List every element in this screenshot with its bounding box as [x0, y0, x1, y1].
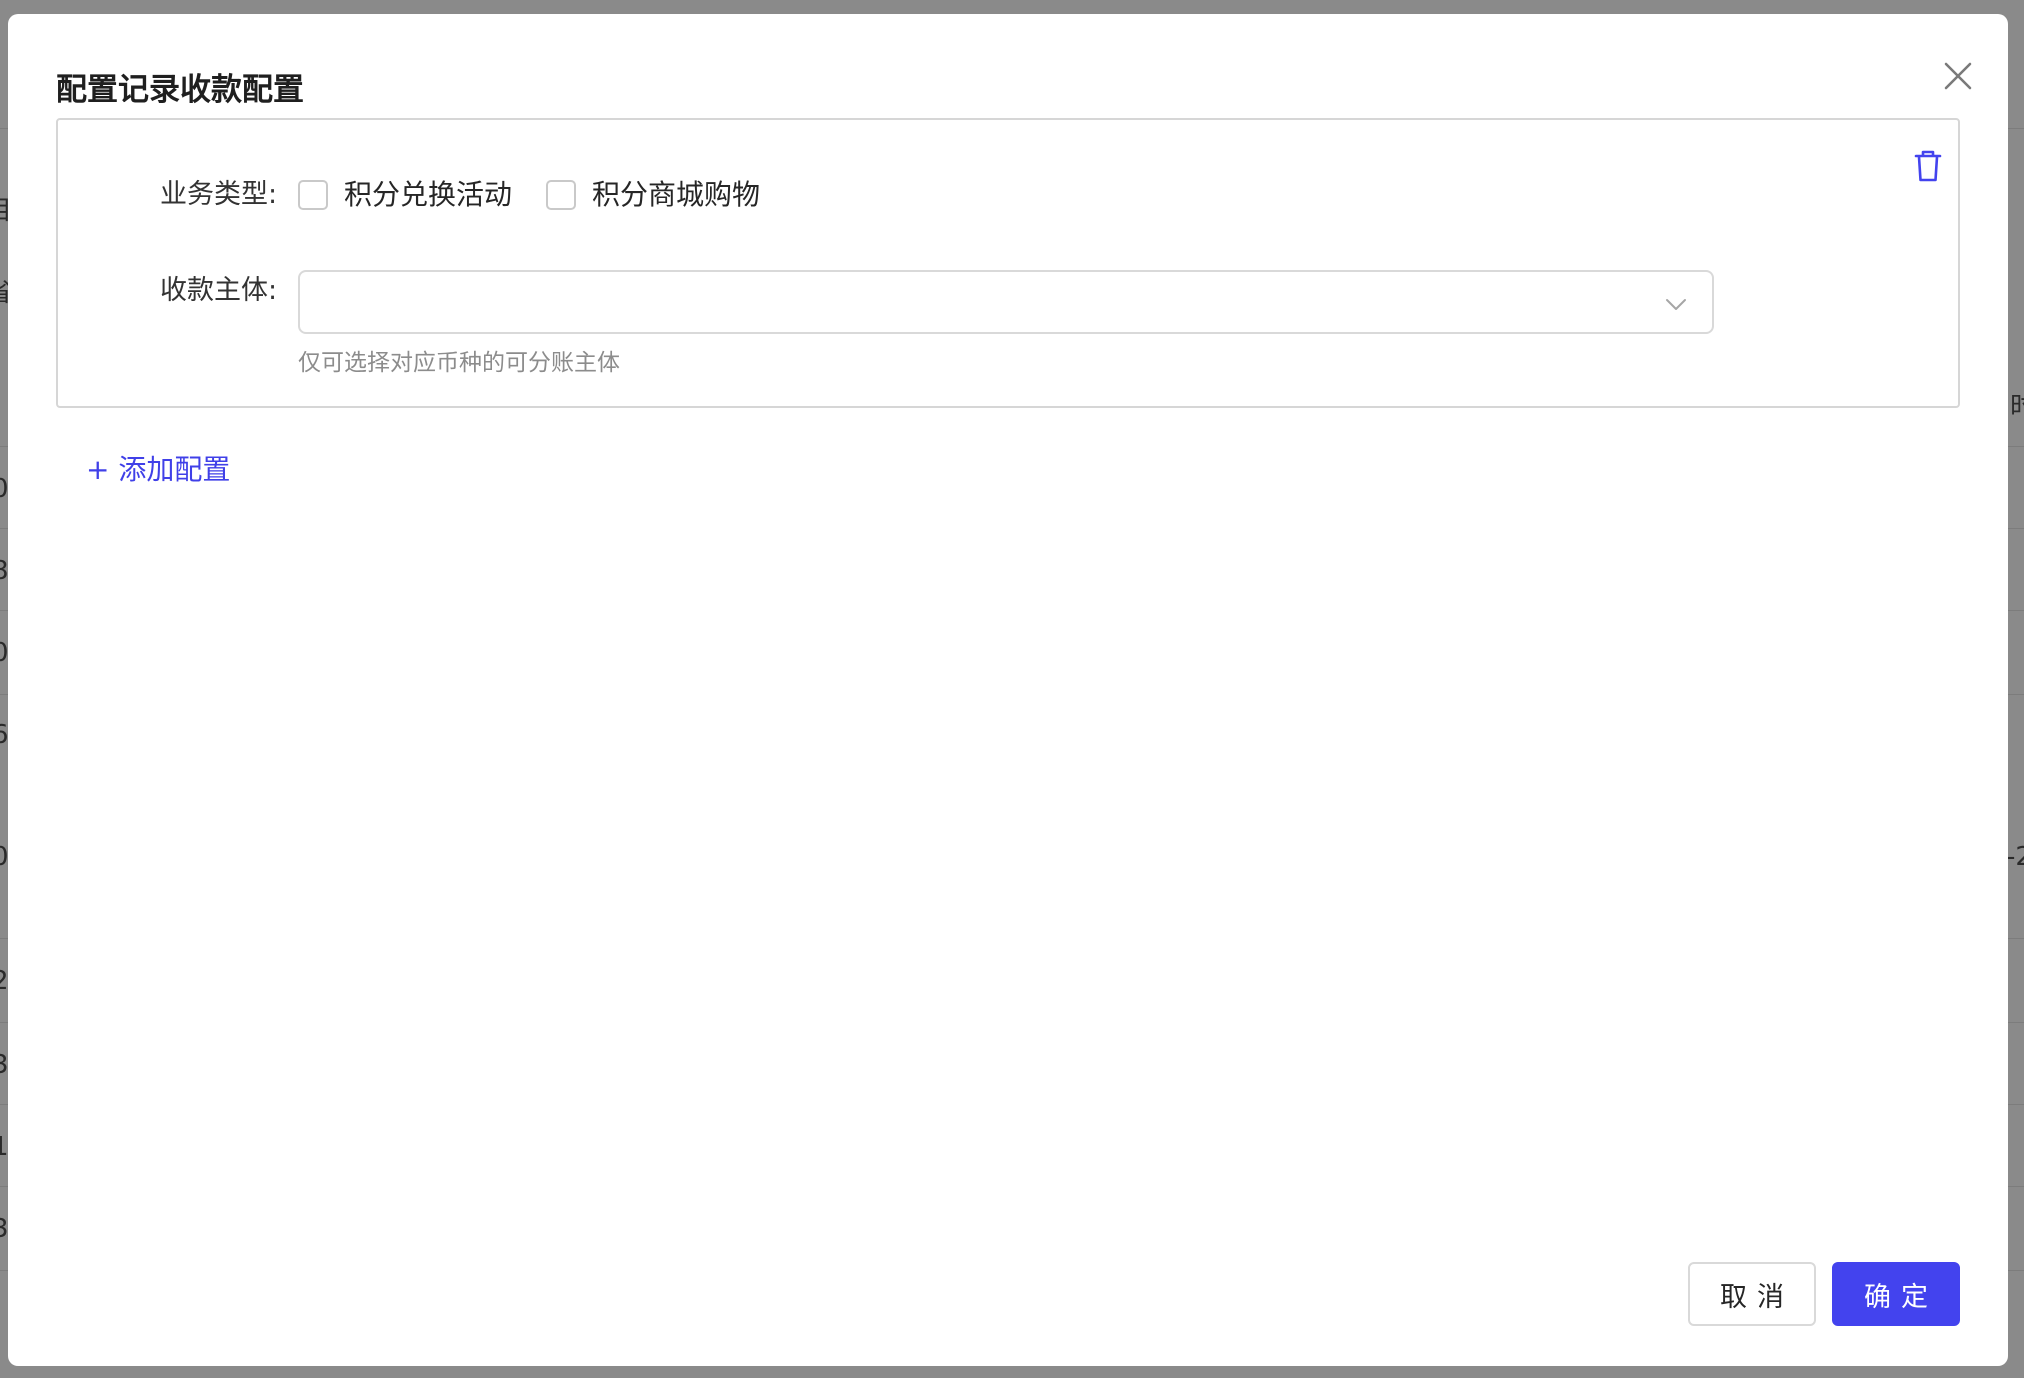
checkbox-box[interactable] [298, 180, 328, 210]
background-text: -2 [2006, 842, 2024, 872]
delete-config-button[interactable] [1912, 148, 1944, 184]
cancel-button[interactable]: 取消 [1688, 1262, 1816, 1326]
checkbox-box[interactable] [546, 180, 576, 210]
checkbox-label: 积分兑换活动 [344, 178, 513, 211]
payee-label: 收款主体: [160, 275, 278, 306]
trash-icon [1914, 150, 1942, 182]
background-text: 时 [2010, 392, 2024, 422]
close-button[interactable] [1936, 54, 1980, 98]
payment-config-dialog: 配置记录收款配置 业务类型: 积分兑换活动 积分商城购物 收款主体: 仅可选择对… [8, 14, 2008, 1366]
add-config-link[interactable]: + 添加配置 [86, 452, 230, 488]
checkbox-points-mall[interactable]: 积分商城购物 [546, 176, 760, 214]
business-type-label: 业务类型: [160, 179, 278, 210]
payee-select[interactable] [298, 270, 1714, 334]
dialog-title: 配置记录收款配置 [56, 72, 304, 108]
checkbox-label: 积分商城购物 [592, 178, 761, 211]
chevron-down-icon [1664, 292, 1688, 316]
payee-hint: 仅可选择对应币种的可分账主体 [298, 350, 620, 376]
config-card: 业务类型: 积分兑换活动 积分商城购物 收款主体: 仅可选择对应币种的可分账主体 [56, 118, 1960, 408]
checkbox-points-exchange[interactable]: 积分兑换活动 [298, 176, 512, 214]
cancel-button-label: 取消 [1720, 1281, 1794, 1313]
confirm-button[interactable]: 确定 [1832, 1262, 1960, 1326]
close-icon [1944, 62, 1972, 90]
confirm-button-label: 确定 [1864, 1281, 1938, 1313]
